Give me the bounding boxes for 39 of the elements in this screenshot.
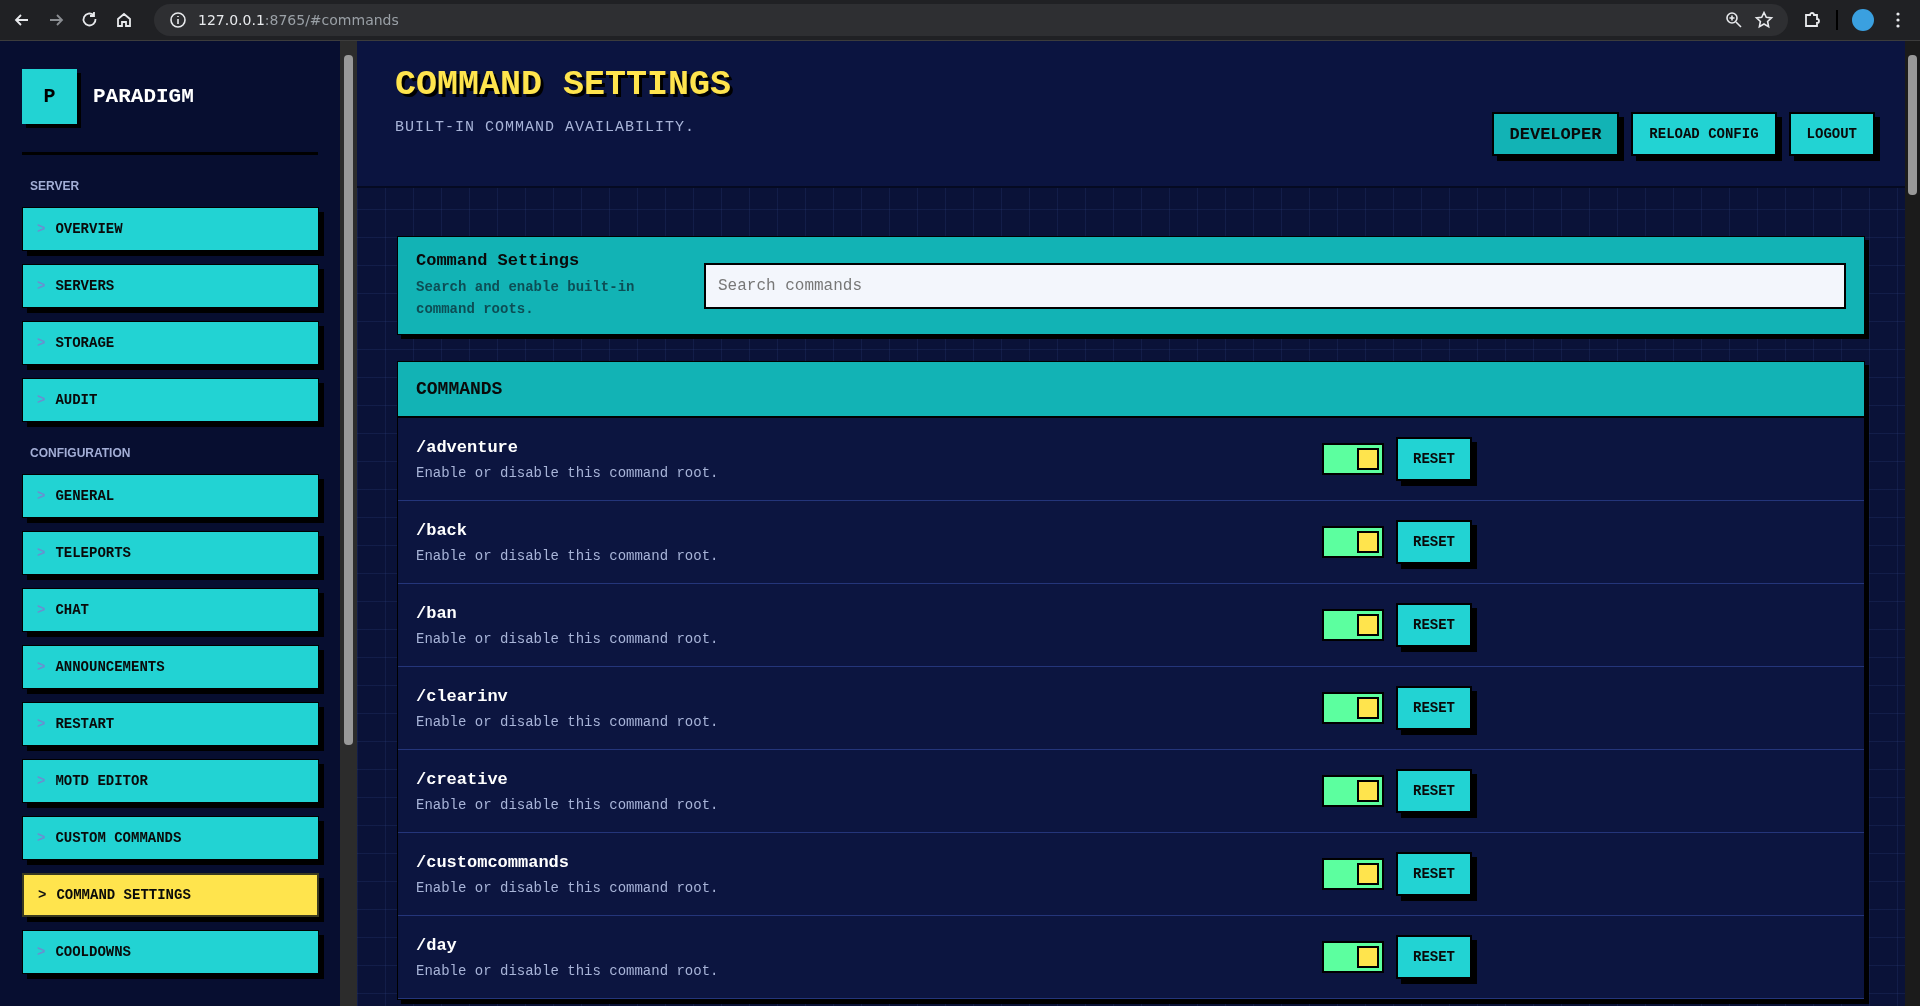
command-name: /adventure [416,437,520,457]
command-name: /ban [416,603,458,623]
toggle-switch[interactable] [1322,775,1384,807]
toggle-switch[interactable] [1322,609,1384,641]
page-subtitle: BUILT-IN COMMAND AVAILABILITY. [395,119,697,136]
list-header: COMMANDS [398,362,1864,418]
zoom-icon[interactable] [1724,10,1744,30]
command-name: /back [416,520,468,540]
command-name: /creative [416,769,509,789]
search-field[interactable]: Search commands [704,262,1846,309]
command-name: /clearinv [416,686,509,706]
address-bar[interactable]: 127.0.0.1:8765/#commands [154,4,1788,36]
section-title: CONFIGURATION [30,446,132,460]
command-description: Enable or disable this command root. [416,796,720,813]
star-icon[interactable] [1754,10,1774,30]
avatar-icon[interactable] [1852,9,1874,31]
home-icon[interactable] [114,10,134,30]
command-description: Enable or disable this command root. [416,464,720,481]
command-description: Enable or disable this command root. [416,630,720,647]
command-description: Enable or disable this command root. [416,547,720,564]
card-title: Command Settings [416,251,581,270]
card-description: Search and enable built-in command roots. [416,278,636,319]
brand-name: PARADIGM [93,85,194,108]
page-title: COMMAND SETTINGS [395,65,733,105]
command-description: Enable or disable this command root. [416,962,720,979]
info-icon[interactable] [168,10,188,30]
toggle-switch[interactable] [1322,692,1384,724]
scrollbar[interactable] [1905,41,1920,1006]
toggle-switch[interactable] [1322,941,1384,973]
command-description: Enable or disable this command root. [416,713,720,730]
section-title: SERVER [30,179,81,193]
toggle-switch[interactable] [1322,526,1384,558]
command-name: /day [416,935,458,955]
toggle-switch[interactable] [1322,443,1384,475]
scrollbar[interactable] [340,41,357,1006]
toggle-switch[interactable] [1322,858,1384,890]
puzzle-icon[interactable] [1802,10,1822,30]
command-description: Enable or disable this command root. [416,879,720,896]
command-name: /customcommands [416,852,571,872]
